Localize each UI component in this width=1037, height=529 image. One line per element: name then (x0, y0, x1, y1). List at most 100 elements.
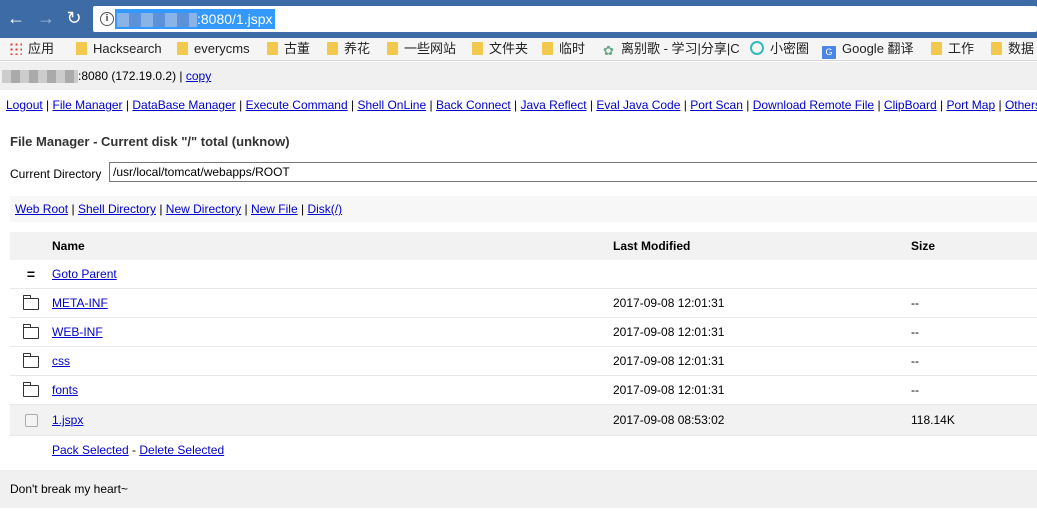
menu-eval-java-code[interactable]: Eval Java Code (596, 98, 680, 112)
host-port-text: :8080 (172.19.0.2) | (78, 69, 183, 83)
table-row-parent: = Goto Parent (10, 260, 1037, 289)
folder-icon (991, 42, 1002, 55)
bookmark-label: 古董 (284, 41, 311, 56)
folder-icon (23, 323, 39, 339)
table-row: fonts 2017-09-08 12:01:31 -- (10, 375, 1037, 405)
menu-shell-online[interactable]: Shell OnLine (357, 98, 426, 112)
address-bar[interactable]: i :8080/1.jspx (93, 6, 1037, 32)
current-directory-input[interactable] (109, 162, 1037, 182)
host-info: :8080 (172.19.0.2) | copy (0, 62, 1037, 90)
copy-link[interactable]: copy (186, 69, 211, 83)
bookmark-websites[interactable]: 一些网站 (387, 38, 456, 60)
bookmark-yanghua[interactable]: 养花 (327, 38, 370, 60)
menu-file-manager[interactable]: File Manager (53, 98, 123, 112)
bookmark-temp[interactable]: 临时 (542, 38, 585, 60)
delete-selected-link[interactable]: Delete Selected (139, 443, 224, 457)
bookmark-label: 数据 (1008, 41, 1035, 56)
reload-icon[interactable]: ↻ (63, 7, 85, 29)
table-row: css 2017-09-08 12:01:31 -- (10, 346, 1037, 376)
directory-links: Web Root | Shell Directory | New Directo… (10, 196, 1037, 222)
file-modified: 2017-09-08 08:53:02 (613, 404, 911, 436)
ring-icon (750, 41, 764, 55)
bookmark-label: 养花 (344, 41, 371, 56)
file-name-link[interactable]: WEB-INF (52, 325, 103, 339)
column-name: Name (52, 232, 613, 260)
disk-link[interactable]: Disk(/) (307, 202, 342, 216)
main-menu: Logout | File Manager | DataBase Manager… (6, 98, 1037, 112)
file-size: -- (911, 317, 1037, 347)
bookmark-label: 文件夹 (489, 41, 529, 56)
bookmark-hacksearch[interactable]: Hacksearch (76, 38, 162, 60)
redacted-host (2, 70, 78, 84)
url-text: :8080/1.jspx (115, 9, 275, 29)
folder-icon (387, 42, 398, 55)
menu-execute-command[interactable]: Execute Command (246, 98, 348, 112)
bookmark-work[interactable]: 工作 (931, 38, 974, 60)
shell-directory-link[interactable]: Shell Directory (78, 202, 156, 216)
pack-selected-link[interactable]: Pack Selected (52, 443, 129, 457)
bookmark-libiege[interactable]: ✿ 离别歌 - 学习|分享|C (603, 38, 740, 60)
web-root-link[interactable]: Web Root (15, 202, 68, 216)
bookmark-gudong[interactable]: 古董 (267, 38, 310, 60)
bookmark-label: 小密圈 (770, 41, 810, 56)
menu-port-map[interactable]: Port Map (946, 98, 995, 112)
bookmark-apps[interactable]: 应用 (9, 38, 54, 60)
file-table: Name Last Modified Size = Goto Parent ME… (10, 232, 1037, 464)
file-select-checkbox[interactable] (24, 414, 38, 428)
menu-database-manager[interactable]: DataBase Manager (132, 98, 235, 112)
bookmark-folder[interactable]: 文件夹 (472, 38, 528, 60)
bookmark-label: everycms (194, 41, 250, 56)
file-modified: 2017-09-08 12:01:31 (613, 288, 911, 318)
file-modified: 2017-09-08 12:01:31 (613, 375, 911, 405)
feather-icon: ✿ (603, 43, 614, 58)
folder-icon (76, 42, 87, 55)
footer-message: Don't break my heart~ (0, 470, 1037, 508)
menu-download-remote-file[interactable]: Download Remote File (753, 98, 874, 112)
column-size: Size (911, 232, 1037, 260)
current-directory-label: Current Directory (10, 167, 102, 181)
back-arrow-icon[interactable]: ← (5, 7, 27, 29)
bookmark-xiaomiquan[interactable]: 小密圈 (750, 38, 809, 60)
table-row: META-INF 2017-09-08 12:01:31 -- (10, 288, 1037, 318)
goto-parent-link[interactable]: Goto Parent (52, 267, 117, 281)
apps-grid-icon (9, 42, 22, 55)
bookmark-google-translate[interactable]: G Google 翻译 (822, 38, 914, 60)
file-name-link[interactable]: 1.jspx (52, 413, 83, 427)
menu-port-scan[interactable]: Port Scan (690, 98, 743, 112)
table-header: Name Last Modified Size (10, 232, 1037, 260)
bookmark-label: Google 翻译 (842, 41, 914, 56)
bookmark-label: 一些网站 (404, 41, 457, 56)
new-file-link[interactable]: New File (251, 202, 298, 216)
menu-back-connect[interactable]: Back Connect (436, 98, 511, 112)
actions-row: Pack Selected - Delete Selected (52, 443, 225, 457)
google-translate-icon: G (822, 46, 836, 59)
bookmark-label: 应用 (28, 41, 55, 56)
column-last-modified: Last Modified (613, 232, 911, 260)
menu-others[interactable]: Others (1005, 98, 1037, 112)
file-name-link[interactable]: fonts (52, 383, 78, 397)
bookmark-label: 临时 (559, 41, 586, 56)
folder-icon (931, 42, 942, 55)
folder-icon (327, 42, 338, 55)
folder-icon (472, 42, 483, 55)
info-icon[interactable]: i (100, 12, 114, 26)
menu-java-reflect[interactable]: Java Reflect (521, 98, 587, 112)
folder-icon (23, 381, 39, 397)
browser-toolbar: ← → ↻ i :8080/1.jspx (0, 0, 1037, 38)
folder-icon (267, 42, 278, 55)
file-size: 118.14K (911, 404, 1037, 436)
menu-logout[interactable]: Logout (6, 98, 43, 112)
file-name-link[interactable]: css (52, 354, 70, 368)
bookmark-data[interactable]: 数据 (991, 38, 1034, 60)
bookmark-everycms[interactable]: everycms (177, 38, 250, 60)
menu-clipboard[interactable]: ClipBoard (884, 98, 937, 112)
file-name-link[interactable]: META-INF (52, 296, 108, 310)
folder-icon (177, 42, 188, 55)
bookmarks-bar: 应用 Hacksearch everycms 古董 养花 一些网站 文件夹 临时… (0, 38, 1037, 61)
table-row: WEB-INF 2017-09-08 12:01:31 -- (10, 317, 1037, 347)
page-title: File Manager - Current disk "/" total (u… (10, 134, 290, 149)
new-directory-link[interactable]: New Directory (166, 202, 241, 216)
folder-icon (542, 42, 553, 55)
forward-arrow-icon[interactable]: → (35, 7, 57, 29)
folder-icon (23, 294, 39, 310)
